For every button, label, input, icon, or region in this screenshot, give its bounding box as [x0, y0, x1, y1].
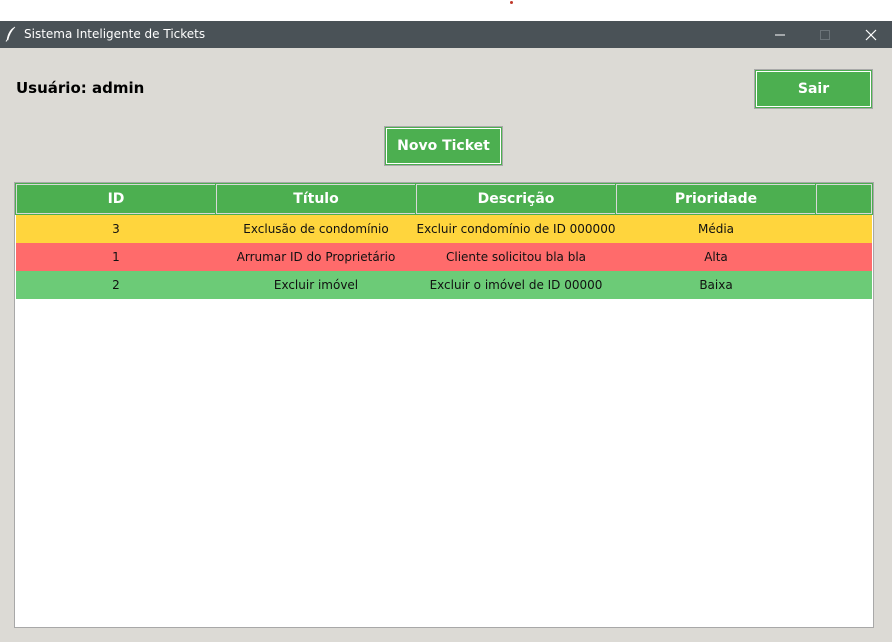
cell-id: 2 — [112, 278, 120, 292]
indicator-dot — [510, 1, 513, 4]
cell-title: Exclusão de condomínio — [243, 222, 389, 236]
cell-title: Arrumar ID do Proprietário — [236, 250, 396, 264]
cell-extra — [816, 271, 872, 299]
table-row[interactable]: 2 Excluir imóvel Excluir o imóvel de ID … — [16, 271, 872, 299]
maximize-icon — [820, 29, 830, 40]
close-icon — [865, 29, 877, 40]
cell-description: Excluir condomínio de ID 000000 — [416, 222, 616, 236]
logout-button[interactable]: Sair — [754, 69, 873, 109]
user-label: Usuário: admin — [16, 79, 145, 97]
column-header-description[interactable]: Descrição — [415, 183, 617, 215]
cell-priority: Média — [697, 222, 735, 236]
new-ticket-button[interactable]: Novo Ticket — [384, 126, 503, 166]
table-row[interactable]: 3 Exclusão de condomínio Excluir condomí… — [16, 215, 872, 243]
desktop-strip — [0, 0, 892, 21]
column-header-title[interactable]: Título — [215, 183, 417, 215]
minimize-icon — [775, 34, 785, 35]
feather-icon — [5, 26, 16, 42]
minimize-button[interactable] — [757, 21, 803, 48]
close-button[interactable] — [848, 21, 892, 48]
cell-priority: Baixa — [699, 278, 733, 292]
window-title: Sistema Inteligente de Tickets — [24, 27, 206, 41]
app-window: Sistema Inteligente de Tickets Usuário: … — [0, 21, 892, 642]
cell-title: Excluir imóvel — [273, 278, 359, 292]
table-header: ID Título Descrição Prioridade — [15, 183, 873, 215]
column-header-priority[interactable]: Prioridade — [615, 183, 817, 215]
table-body: 3 Exclusão de condomínio Excluir condomí… — [16, 215, 872, 299]
cell-id: 1 — [112, 250, 120, 264]
title-bar: Sistema Inteligente de Tickets — [0, 21, 892, 48]
column-header-id[interactable]: ID — [15, 183, 217, 215]
maximize-button[interactable] — [802, 21, 848, 48]
cell-description: Excluir o imóvel de ID 00000 — [429, 278, 603, 292]
cell-description: Cliente solicitou bla bla — [445, 250, 587, 264]
cell-extra — [816, 243, 872, 271]
cell-id: 3 — [112, 222, 120, 236]
table-row[interactable]: 1 Arrumar ID do Proprietário Cliente sol… — [16, 243, 872, 271]
cell-priority: Alta — [704, 250, 728, 264]
column-header-extra[interactable] — [815, 183, 873, 215]
tickets-table[interactable]: ID Título Descrição Prioridade 3 Exclusã… — [14, 182, 874, 628]
cell-extra — [816, 215, 872, 243]
